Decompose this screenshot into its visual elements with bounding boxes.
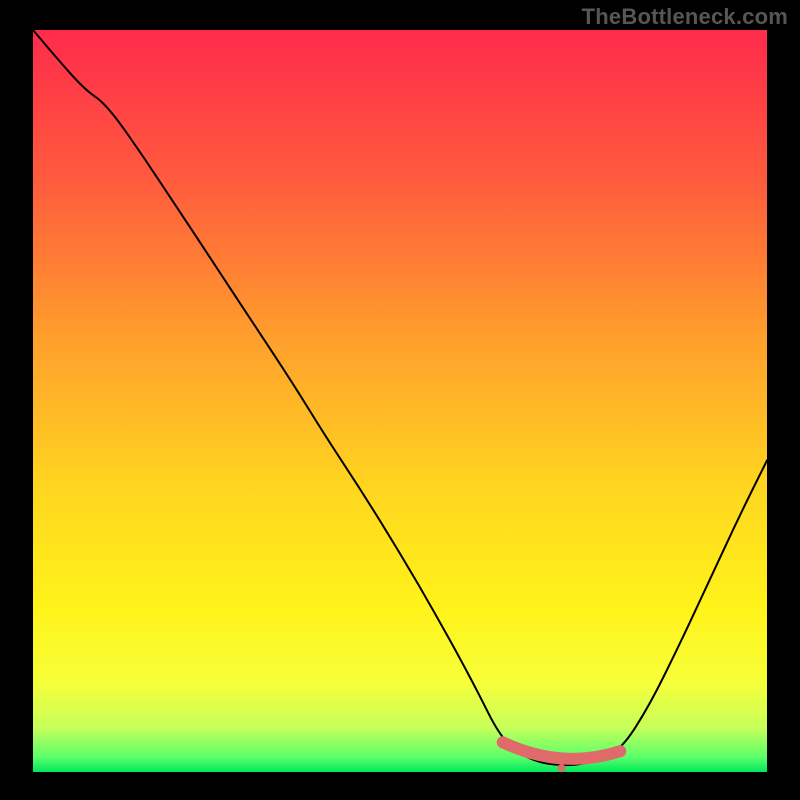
marker-dot-right [614,745,626,757]
chart-frame: TheBottleneck.com [0,0,800,800]
chart-svg [0,0,800,800]
watermark-text: TheBottleneck.com [582,4,788,30]
marker-dot-mid [557,764,565,772]
plot-area [33,30,767,772]
marker-dot-left [497,736,509,748]
